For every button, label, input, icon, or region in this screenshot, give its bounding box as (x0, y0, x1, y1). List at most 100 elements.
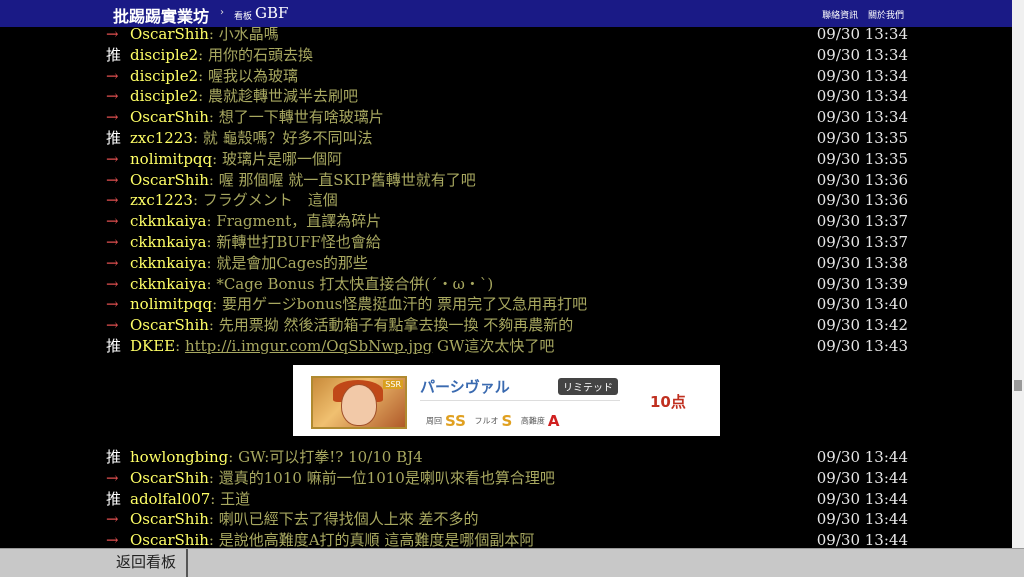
comment-user[interactable]: OscarShih: 喔 那個喔 就一直SKIP舊轉世就有了吧 (130, 170, 476, 191)
comment-user[interactable]: disciple2: 農就趁轉世減半去刷吧 (130, 86, 358, 107)
username[interactable]: OscarShih (130, 27, 209, 43)
comment-user[interactable]: disciple2: 喔我以為玻璃 (130, 66, 298, 87)
comment-time: 09/30 13:40 (816, 295, 908, 314)
comment-time: 09/30 13:44 (816, 489, 908, 508)
push-tag: → (106, 66, 119, 85)
username[interactable]: howlongbing (130, 448, 228, 466)
comment-time: 09/30 13:44 (816, 510, 908, 529)
comment-time: 09/30 13:39 (816, 274, 908, 293)
comment-user[interactable]: ckknkaiya: Fragment，直譯為碎片 (130, 211, 381, 232)
breadcrumb-separator: › (220, 7, 224, 18)
comment-user[interactable]: disciple2: 用你的石頭去換 (130, 45, 313, 66)
comment-user[interactable]: zxc1223: 就 龜殼嗎？好多不同叫法 (130, 128, 373, 149)
push-tag: → (106, 108, 119, 127)
comment-text: : 就是會加Cages的那些 (206, 253, 368, 272)
username[interactable]: ckknkaiya (130, 275, 207, 293)
scrollbar[interactable] (1012, 0, 1024, 548)
rarity-badge: SSR (383, 380, 403, 389)
comment-time: 09/30 13:44 (816, 468, 908, 487)
username[interactable]: ckknkaiya (130, 212, 207, 230)
comment-time: 09/30 13:38 (816, 253, 908, 272)
push-tag: 推 (106, 489, 122, 508)
comment-user[interactable]: OscarShih: 先用票拗 然後活動箱子有點拿去換一換 不夠再農新的 (130, 315, 573, 336)
username[interactable]: OscarShih (130, 510, 209, 528)
username[interactable]: OscarShih (130, 469, 209, 487)
comment-row: 推 howlongbing: GW:可以打拳!? 10/10 BJ4 09/30 1… (106, 447, 908, 468)
username[interactable]: nolimitpqq (130, 150, 212, 168)
username[interactable]: nolimitpqq (130, 295, 212, 313)
comment-text: : 喔我以為玻璃 (198, 66, 298, 85)
username[interactable]: zxc1223 (130, 191, 193, 209)
username[interactable]: OscarShih (130, 316, 209, 334)
username[interactable]: disciple2 (130, 87, 198, 105)
character-portrait: SSR (311, 376, 407, 429)
comment-time: 09/30 13:35 (816, 149, 908, 168)
comment-text: : 農就趁轉世減半去刷吧 (198, 87, 358, 106)
comment-time: 09/30 13:34 (816, 45, 908, 64)
push-tag: → (106, 468, 119, 487)
header-links: 聯絡資訊 關於我們 (815, 8, 904, 21)
stat-grades: 周回 SS フルオ S 高難度 A (426, 412, 565, 430)
about-link[interactable]: 關於我們 (868, 11, 904, 21)
comment-row: 推 adolfal007: 王道 09/30 13:44 (106, 489, 908, 510)
comment-row: → OscarShih: 還真的1010 嘛前一位1010是喇叭來看也算合理吧 09… (106, 468, 908, 489)
stat1-grade: SS (445, 412, 466, 430)
comment-row: → ckknkaiya: Fragment，直譯為碎片 09/30 13:37 (106, 211, 908, 232)
contact-link[interactable]: 聯絡資訊 (822, 11, 858, 21)
username[interactable]: disciple2 (130, 46, 198, 64)
username[interactable]: ckknkaiya (130, 233, 207, 251)
limited-badge: リミテッド (558, 378, 618, 395)
comment-user[interactable]: DKEE: http://i.imgur.com/OqSbNwp.jpg GW這… (130, 336, 554, 357)
comment-user[interactable]: nolimitpqq: 玻璃片是哪一個阿 (130, 149, 342, 170)
comment-user[interactable]: OscarShih: 喇叭已經下去了得找個人上來 差不多的 (130, 509, 479, 530)
back-to-board-button[interactable]: 返回看板 (106, 549, 188, 577)
points-value: 10点 (650, 393, 686, 411)
comment-text: : 還真的1010 嘛前一位1010是喇叭來看也算合理吧 (208, 468, 555, 487)
comment-user[interactable]: howlongbing: GW:可以打拳!? 10/10 BJ4 (130, 447, 423, 468)
comment-user[interactable]: OscarShih: 還真的1010 嘛前一位1010是喇叭來看也算合理吧 (130, 468, 555, 489)
site-title[interactable]: 批踢踢實業坊 (113, 3, 209, 27)
comment-text: : *Cage Bonus 打太快直接合併(´・ω・`) (206, 274, 494, 293)
comment-user[interactable]: ckknkaiya: 就是會加Cages的那些 (130, 253, 368, 274)
comment-time: 09/30 13:34 (816, 66, 908, 85)
scrollbar-thumb[interactable] (1014, 380, 1022, 391)
comment-user[interactable]: OscarShih: 小水晶嗎 (130, 27, 279, 45)
comment-user[interactable]: ckknkaiya: *Cage Bonus 打太快直接合併(´・ω・`) (130, 274, 493, 295)
username[interactable]: adolfal007 (130, 490, 210, 508)
comment-time: 09/30 13:36 (816, 170, 908, 189)
comment-time: 09/30 13:37 (816, 233, 908, 251)
push-tag: 推 (106, 129, 122, 147)
push-tag: → (106, 87, 119, 106)
push-tag: 推 (106, 448, 122, 466)
comment-user[interactable]: nolimitpqq: 要用ゲージbonus怪農挺血汗的 票用完了又急用再打吧 (130, 294, 587, 315)
username[interactable]: DKEE (130, 337, 175, 355)
comment-link[interactable]: http://i.imgur.com/OqSbNwp.jpg (185, 337, 432, 355)
comment-text: : フラグメント 這個 (192, 191, 338, 210)
stat2-label: フルオ (474, 416, 499, 426)
comment-user[interactable]: adolfal007: 王道 (130, 489, 250, 510)
comment-row: → ckknkaiya: 就是會加Cages的那些 09/30 13:38 (106, 253, 908, 274)
comment-time: 09/30 13:37 (816, 212, 908, 231)
comment-row: → OscarShih: 先用票拗 然後活動箱子有點拿去換一換 不夠再農新的 09/… (106, 315, 908, 336)
push-tag: → (106, 295, 119, 314)
comment-user[interactable]: zxc1223: フラグメント 這個 (130, 190, 338, 211)
comment-user[interactable]: ckknkaiya: 新轉世打BUFF怪也會給 (130, 232, 381, 253)
board-name-link[interactable]: GBF (255, 4, 288, 22)
comment-row: → OscarShih: 喔 那個喔 就一直SKIP舊轉世就有了吧 09/30 13… (106, 170, 908, 191)
embedded-image[interactable]: SSR パーシヴァル リミテッド 10点 周回 SS フルオ S 高難度 A (293, 365, 720, 436)
stat3-label: 高難度 (520, 416, 545, 426)
comment-text: : 先用票拗 然後活動箱子有點拿去換一換 不夠再農新的 (208, 316, 574, 335)
push-tag: → (106, 212, 119, 231)
username[interactable]: zxc1223 (130, 129, 193, 147)
push-tag: → (106, 149, 119, 168)
username[interactable]: ckknkaiya (130, 254, 207, 272)
username[interactable]: OscarShih (130, 108, 209, 126)
comment-row: → ckknkaiya: 新轉世打BUFF怪也會給 09/30 13:37 (106, 232, 908, 253)
comment-row: → OscarShih: 喇叭已經下去了得找個人上來 差不多的 09/30 13:4… (106, 509, 908, 530)
comment-text: : 就 龜殼嗎？好多不同叫法 (192, 129, 373, 147)
comment-user[interactable]: OscarShih: 想了一下轉世有啥玻璃片 (130, 107, 384, 128)
username[interactable]: OscarShih (130, 531, 209, 548)
username[interactable]: OscarShih (130, 171, 209, 189)
username[interactable]: disciple2 (130, 67, 198, 85)
comment-user[interactable]: OscarShih: 是說他高難度A打的真順 這高難度是哪個副本阿 (130, 530, 534, 548)
